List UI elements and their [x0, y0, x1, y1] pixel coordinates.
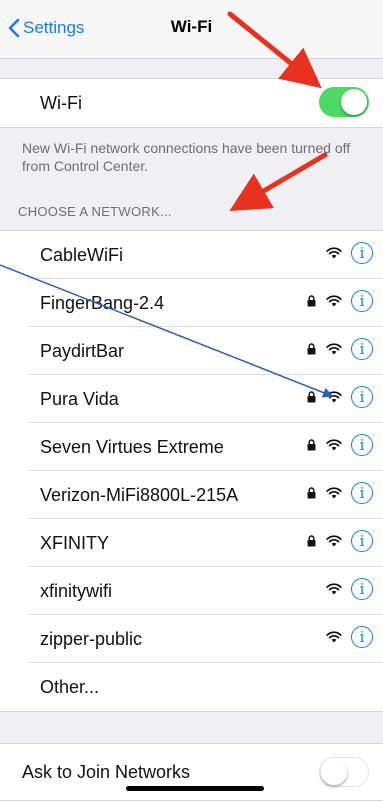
network-name: Seven Virtues Extreme [40, 436, 224, 457]
network-status-icons: i [307, 434, 373, 456]
network-status-icons: i [307, 338, 373, 360]
network-row[interactable]: Pura Vida i [0, 375, 383, 423]
network-status-icons: i [326, 578, 373, 600]
wifi-signal-icon [326, 583, 342, 595]
wifi-signal-icon [326, 439, 342, 451]
network-row[interactable]: XFINITY i [0, 519, 383, 567]
ask-to-join-toggle[interactable] [319, 757, 369, 787]
other-network-row[interactable]: Other... [0, 663, 383, 711]
toggle-knob [341, 89, 367, 115]
section-header: CHOOSE A NETWORK... [18, 204, 172, 219]
page-title: Wi-Fi [170, 17, 213, 36]
network-row[interactable]: Verizon-MiFi8800L-215A i [0, 471, 383, 519]
ask-to-join-group: Ask to Join Networks [0, 743, 383, 801]
control-center-note: New Wi-Fi network connections have been … [22, 140, 351, 174]
wifi-signal-icon [326, 247, 342, 259]
network-name: XFINITY [40, 532, 110, 553]
network-row[interactable]: PaydirtBar i [0, 327, 383, 375]
network-name: Pura Vida [40, 388, 119, 409]
toggle-knob [321, 759, 347, 785]
network-name: xfinitywifi [40, 580, 113, 601]
wifi-toggle-row: Wi-Fi [0, 79, 383, 127]
info-icon[interactable]: i [351, 338, 373, 360]
ask-to-join-row: Ask to Join Networks [0, 744, 383, 800]
lock-icon [307, 439, 316, 451]
wifi-label: Wi-Fi [40, 92, 82, 113]
navigation-bar: Settings Wi-Fi [0, 0, 383, 59]
info-icon[interactable]: i [351, 290, 373, 312]
network-list: CableWiFi i FingerBang-2.4 i PaydirtBar i Pura… [0, 230, 383, 712]
network-name: zipper-public [40, 628, 143, 649]
network-name: FingerBang-2.4 [40, 292, 165, 313]
network-status-icons: i [307, 386, 373, 408]
lock-icon [307, 487, 316, 499]
info-icon[interactable]: i [351, 530, 373, 552]
network-row[interactable]: Seven Virtues Extreme i [0, 423, 383, 471]
info-icon[interactable]: i [351, 434, 373, 456]
ask-to-join-label: Ask to Join Networks [22, 761, 191, 782]
network-row[interactable]: xfinitywifi i [0, 567, 383, 615]
network-status-icons: i [307, 530, 373, 552]
lock-icon [307, 391, 316, 403]
lock-icon [307, 343, 316, 355]
info-icon[interactable]: i [351, 626, 373, 648]
wifi-toggle-group: Wi-Fi [0, 78, 383, 128]
network-row[interactable]: zipper-public i [0, 615, 383, 663]
lock-icon [307, 295, 316, 307]
network-status-icons: i [326, 242, 373, 264]
network-row[interactable]: FingerBang-2.4 i [0, 279, 383, 327]
info-icon[interactable]: i [351, 242, 373, 264]
wifi-signal-icon [326, 535, 342, 547]
network-name: PaydirtBar [40, 340, 125, 361]
network-row[interactable]: CableWiFi i [0, 231, 383, 279]
network-status-icons: i [326, 626, 373, 648]
network-name: Verizon-MiFi8800L-215A [40, 484, 239, 505]
network-name: CableWiFi [40, 244, 124, 265]
wifi-signal-icon [326, 631, 342, 643]
wifi-signal-icon [326, 343, 342, 355]
info-icon[interactable]: i [351, 386, 373, 408]
info-icon[interactable]: i [351, 482, 373, 504]
wifi-signal-icon [326, 295, 342, 307]
wifi-signal-icon [326, 487, 342, 499]
home-indicator [126, 786, 264, 791]
network-name: Other... [40, 676, 100, 697]
network-status-icons: i [307, 482, 373, 504]
wifi-toggle-switch[interactable] [319, 87, 369, 117]
info-icon[interactable]: i [351, 578, 373, 600]
wifi-signal-icon [326, 391, 342, 403]
network-status-icons: i [307, 290, 373, 312]
lock-icon [307, 535, 316, 547]
